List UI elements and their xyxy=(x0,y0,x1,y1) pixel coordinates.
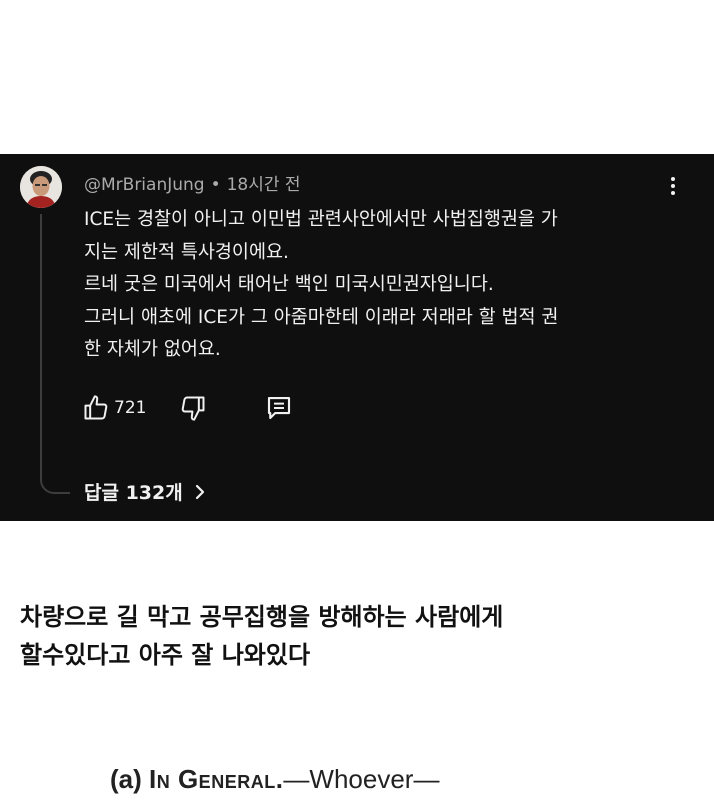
more-options-button[interactable] xyxy=(663,174,683,202)
user-avatar-icon xyxy=(20,166,62,208)
caption-line: 할수있다고 아주 잘 나와있다 xyxy=(20,641,311,669)
statute-heading: In General. xyxy=(149,764,284,794)
statute-rest: —Whoever— xyxy=(283,764,440,794)
comment-line: 그러니 애초에 ICE가 그 아줌마한테 이래라 저래라 할 법적 권 xyxy=(84,306,559,328)
comment-line: 르네 굿은 미국에서 태어난 백인 미국시민권자입니다. xyxy=(84,274,494,295)
comment-icon xyxy=(267,396,291,420)
comment-card: @MrBrianJung • 18시간 전 ICE는 경찰이 아니고 이민법 관련사… xyxy=(0,154,714,521)
meta-separator: • xyxy=(210,175,221,195)
comment-actions: 721 xyxy=(82,392,382,424)
comment-line: ICE는 경찰이 아니고 이민법 관련사안에서만 사법집행권을 가 xyxy=(84,209,558,230)
comment-time[interactable]: 18시간 전 xyxy=(227,175,301,195)
dislike-button[interactable] xyxy=(179,392,207,424)
like-button[interactable]: 721 xyxy=(82,392,146,424)
chevron-right-icon xyxy=(195,484,204,499)
comment-line: 한 자체가 없어요. xyxy=(84,339,221,360)
thumbs-down-icon xyxy=(181,396,205,421)
reply-button[interactable] xyxy=(264,392,294,424)
comment-text: ICE는 경찰이 아니고 이민법 관련사안에서만 사법집행권을 가 지는 제한적… xyxy=(84,204,674,367)
like-count: 721 xyxy=(114,398,147,418)
thread-line xyxy=(40,214,70,494)
statute-label: (a) xyxy=(110,764,142,794)
comment-author[interactable]: @MrBrianJung xyxy=(84,175,205,195)
replies-label: 답글 132개 xyxy=(84,482,183,504)
statute-excerpt: (a) In General.—Whoever— xyxy=(110,764,439,795)
avatar[interactable] xyxy=(20,166,62,208)
more-vert-icon xyxy=(663,177,683,195)
caption-line: 차량으로 길 막고 공무집행을 방해하는 사람에게 xyxy=(20,603,504,631)
caption-text: 차량으로 길 막고 공무집행을 방해하는 사람에게 할수있다고 아주 잘 나와있… xyxy=(20,598,503,674)
thumbs-up-icon xyxy=(84,395,108,420)
comment-line: 지는 제한적 특사경이에요. xyxy=(84,241,289,263)
view-replies-button[interactable]: 답글 132개 xyxy=(84,478,207,505)
comment-meta: @MrBrianJung • 18시간 전 xyxy=(84,170,301,195)
